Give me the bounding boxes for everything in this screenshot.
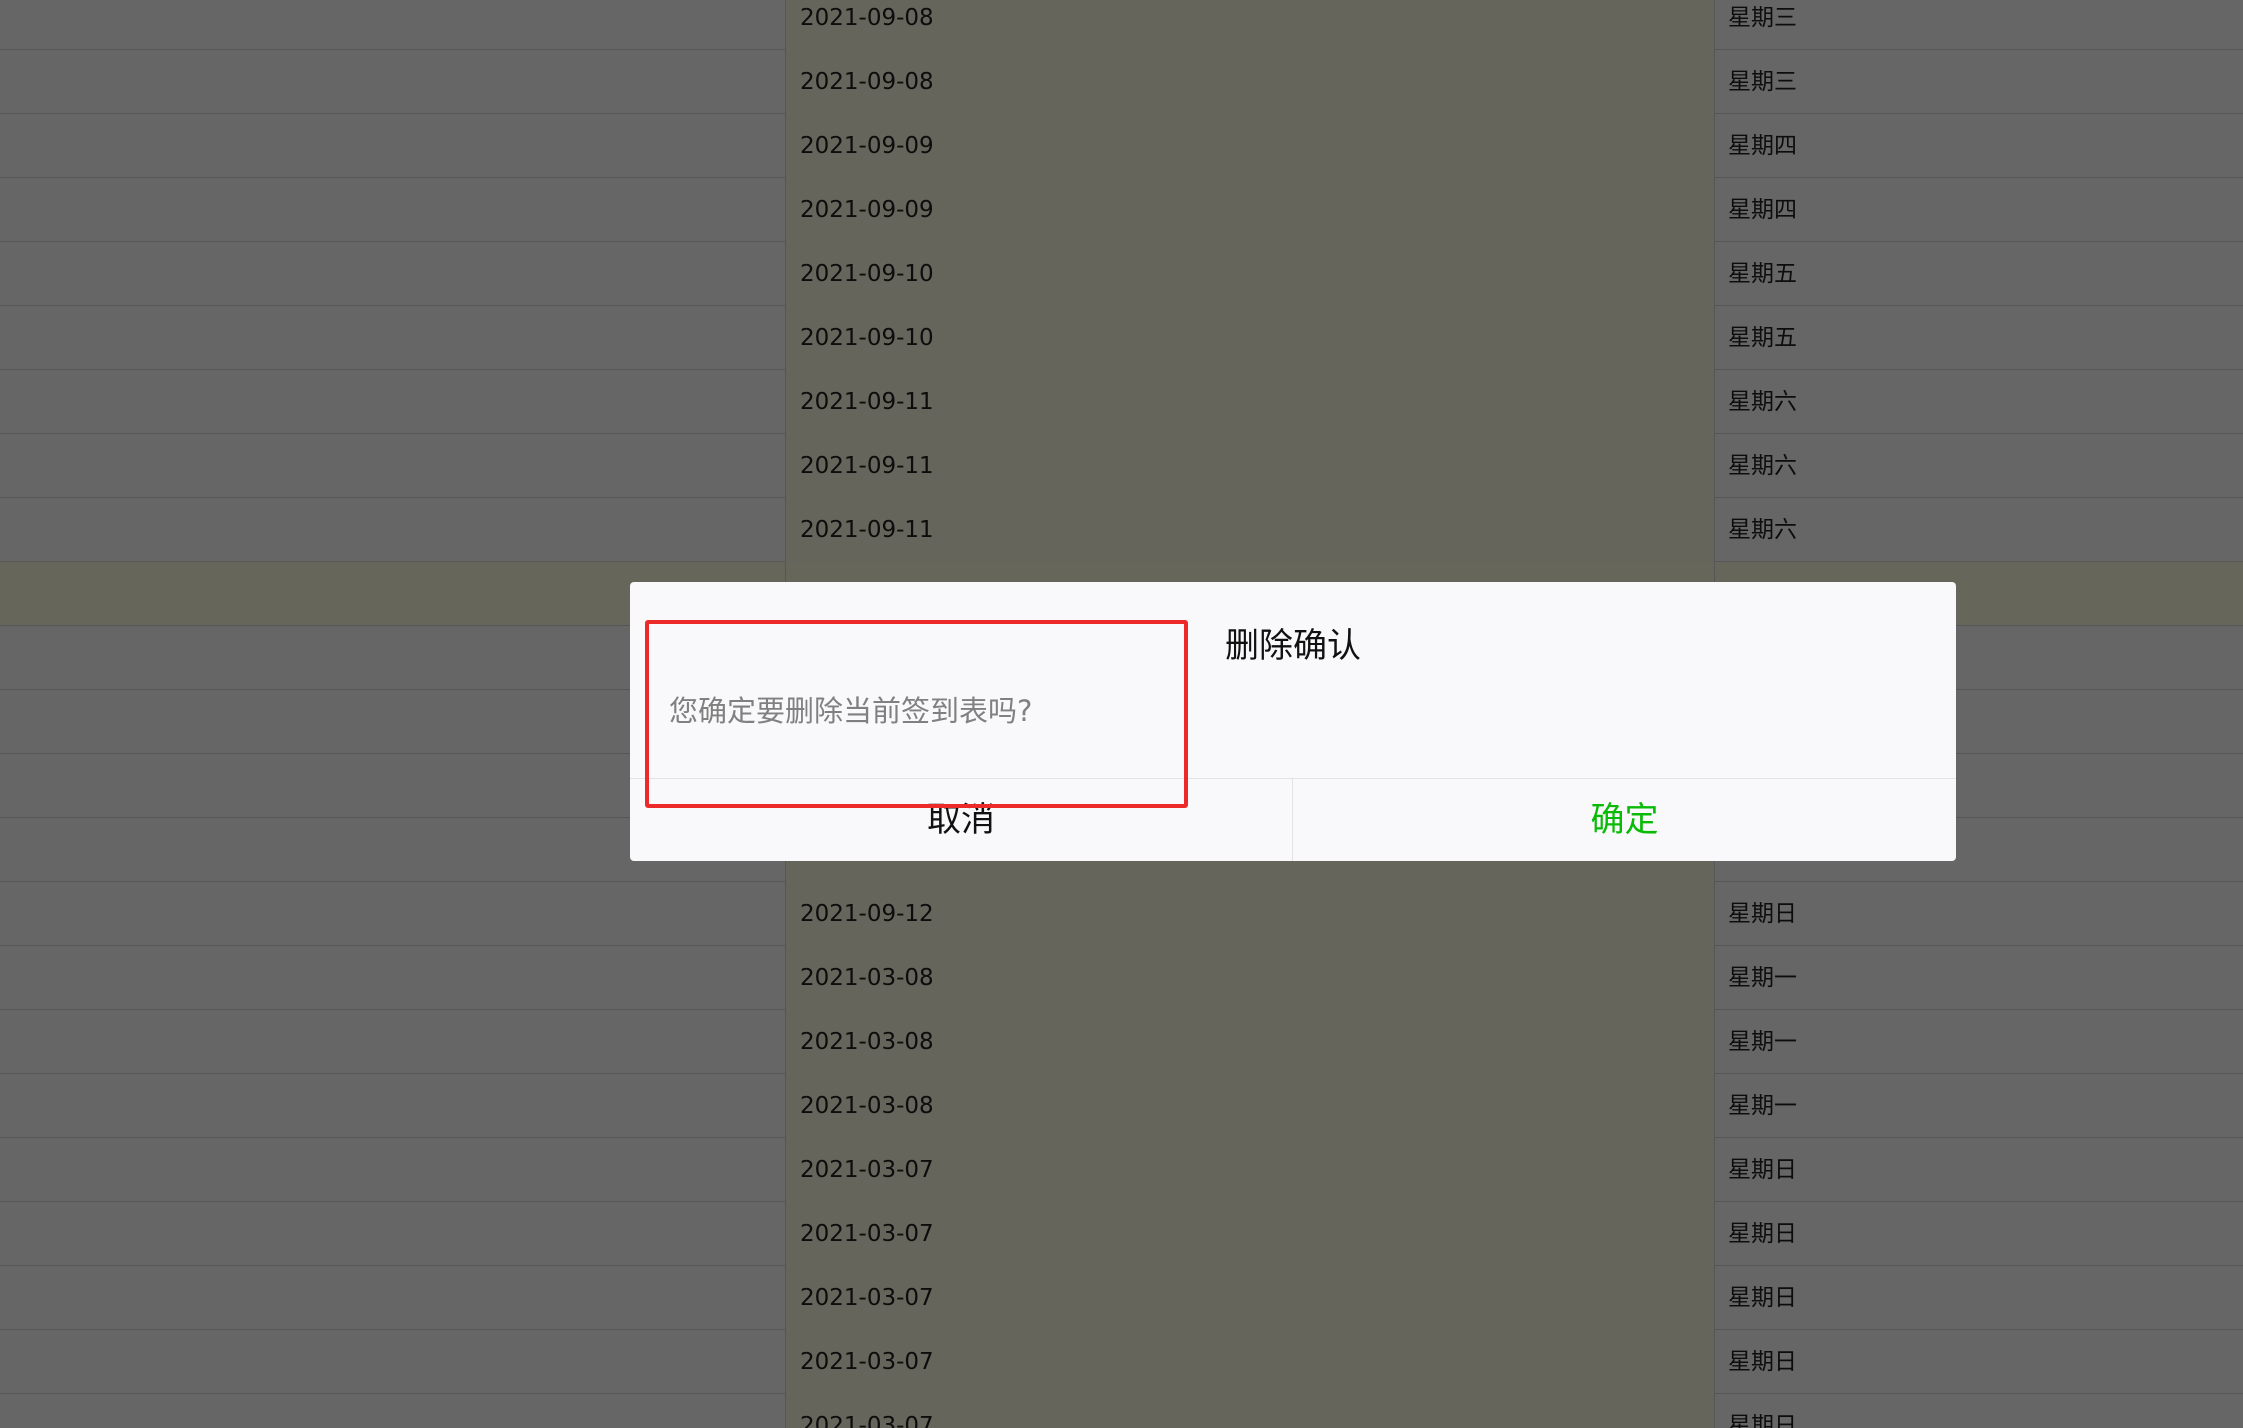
confirm-button[interactable]: 确定 — [1293, 779, 1956, 861]
annotation-highlight-box — [645, 620, 1188, 808]
